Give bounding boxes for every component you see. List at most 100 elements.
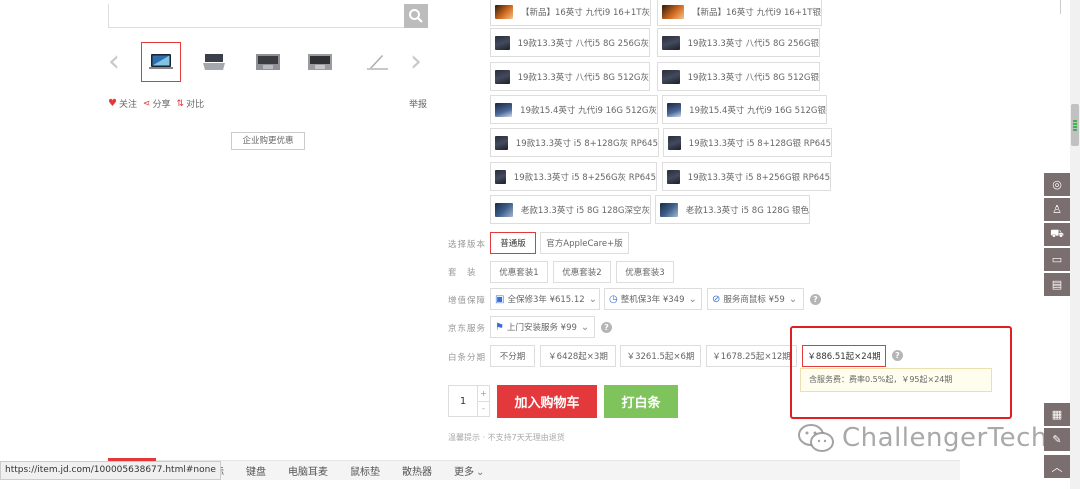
sidebar-feedback-button[interactable]: ✎ bbox=[1044, 428, 1070, 451]
version-option-standard[interactable]: 普通版 bbox=[490, 232, 536, 254]
prev-image-arrow[interactable]: ‹ bbox=[108, 47, 124, 78]
variant-thumbnail bbox=[495, 69, 510, 84]
variant-option[interactable]: 19款15.4英寸 九代i9 16G 512G灰 bbox=[490, 95, 658, 124]
installment-option-6[interactable]: ￥3261.5起×6期 bbox=[620, 345, 701, 367]
chevron-down-icon: ⌄ bbox=[580, 321, 590, 333]
thumbnail-4[interactable] bbox=[300, 42, 340, 82]
watermark-text: ChallengerTech bbox=[842, 423, 1048, 453]
link-icon: ⊘ bbox=[712, 293, 721, 305]
chat-icon: ◎ bbox=[1052, 178, 1062, 191]
variant-thumbnail bbox=[662, 69, 680, 84]
search-input[interactable] bbox=[108, 4, 428, 28]
edit-icon: ✎ bbox=[1052, 433, 1062, 446]
category-keyboard[interactable]: 键盘 bbox=[246, 463, 266, 478]
variant-option[interactable]: 19款13.3英寸 i5 8+128G银 RP645 bbox=[663, 128, 832, 157]
macbook-front-image bbox=[149, 54, 173, 69]
warranty-help-icon[interactable]: ? bbox=[810, 294, 821, 305]
back-to-top-button[interactable]: ︿ bbox=[1044, 455, 1070, 478]
variant-option[interactable]: 19款13.3英寸 i5 8+128G灰 RP645 bbox=[490, 128, 659, 157]
add-to-cart-button[interactable]: 加入购物车 bbox=[497, 385, 597, 418]
variant-label: 19款13.3英寸 八代i5 8G 256G银 bbox=[687, 38, 819, 49]
variant-thumbnail bbox=[660, 202, 678, 217]
jd-service-option-install[interactable]: ⚑ 上门安装服务 ¥99 ⌄ bbox=[490, 316, 595, 338]
quantity-increase-button[interactable]: + bbox=[478, 386, 489, 401]
jd-service-help-icon[interactable]: ? bbox=[601, 322, 612, 333]
purchase-tips: 温馨提示 · 不支持7天无理由退货 bbox=[448, 433, 565, 442]
warranty-option-full[interactable]: ▣ 全保修3年 ¥615.12 ⌄ bbox=[490, 288, 600, 310]
variant-label: 19款13.3英寸 i5 8+128G灰 RP645 bbox=[515, 138, 658, 149]
category-bar: 鼠标 键盘 电脑耳麦 鼠标垫 散热器 更多⌄ bbox=[108, 458, 960, 480]
variant-thumbnail bbox=[495, 4, 513, 19]
variant-option[interactable]: 19款13.3英寸 i5 8+256G银 RP645 bbox=[662, 162, 831, 191]
installment-option-12[interactable]: ￥1678.25起×12期 bbox=[706, 345, 797, 367]
keyboard-image bbox=[308, 54, 332, 70]
bundle-option-1[interactable]: 优惠套装1 bbox=[490, 261, 548, 283]
bundle-label: 套 装 bbox=[448, 268, 477, 278]
variant-option[interactable]: 老款13.3英寸 i5 8G 128G深空灰 bbox=[490, 195, 651, 224]
category-mousepad[interactable]: 鼠标垫 bbox=[350, 463, 380, 478]
follow-button[interactable]: ♥ 关注 bbox=[108, 97, 137, 110]
variant-label: 19款13.3英寸 i5 8+256G灰 RP645 bbox=[513, 172, 656, 183]
variant-label: 19款15.4英寸 九代i9 16G 512G灰 bbox=[520, 105, 657, 116]
variant-label: 老款13.3英寸 i5 8G 128G 银色 bbox=[685, 205, 809, 216]
report-link[interactable]: 举报 bbox=[409, 97, 427, 110]
thumbnail-1[interactable] bbox=[141, 42, 181, 82]
variant-option[interactable]: 19款13.3英寸 八代i5 8G 256G银 bbox=[657, 28, 820, 57]
variant-label: 19款13.3英寸 八代i5 8G 512G银 bbox=[687, 72, 819, 83]
macbook-side-image bbox=[367, 55, 388, 70]
variant-thumbnail bbox=[495, 102, 513, 117]
quantity-input[interactable]: 1 bbox=[448, 385, 478, 417]
warranty-option-device[interactable]: ◷ 整机保3年 ¥349 ⌄ bbox=[604, 288, 702, 310]
variant-option[interactable]: 19款15.4英寸 九代i9 16G 512G银 bbox=[662, 95, 827, 124]
variant-label: 19款13.3英寸 i5 8+128G银 RP645 bbox=[688, 138, 831, 149]
next-image-arrow[interactable]: › bbox=[410, 47, 426, 78]
page-scrollbar[interactable] bbox=[1070, 0, 1080, 489]
variant-thumbnail bbox=[495, 169, 506, 184]
variant-option[interactable]: 19款13.3英寸 八代i5 8G 512G灰 bbox=[490, 62, 650, 91]
variant-option[interactable]: 【新品】16英寸 九代i9 16+1T灰 bbox=[490, 0, 651, 26]
warranty-option-mouse[interactable]: ⊘ 服务商鼠标 ¥59 ⌄ bbox=[707, 288, 804, 310]
category-headset[interactable]: 电脑耳麦 bbox=[288, 463, 328, 478]
bundle-option-2[interactable]: 优惠套装2 bbox=[553, 261, 611, 283]
thumbnail-5[interactable] bbox=[357, 42, 397, 82]
variant-thumbnail bbox=[668, 135, 681, 150]
variant-option[interactable]: 19款13.3英寸 八代i5 8G 512G银 bbox=[657, 62, 820, 91]
variant-option[interactable]: 19款13.3英寸 八代i5 8G 256G灰 bbox=[490, 28, 650, 57]
divider bbox=[1060, 0, 1061, 14]
sidebar-user-button[interactable]: ♙ bbox=[1044, 198, 1070, 221]
compare-button[interactable]: ⇅ 对比 bbox=[176, 97, 205, 111]
sidebar-coupon-button[interactable]: ▭ bbox=[1044, 248, 1070, 271]
variant-label: 19款13.3英寸 i5 8+256G银 RP645 bbox=[687, 172, 830, 183]
version-option-applecare[interactable]: 官方AppleCare+版 bbox=[540, 232, 629, 254]
baitiao-button[interactable]: 打白条 bbox=[604, 385, 678, 418]
quantity-decrease-button[interactable]: - bbox=[478, 400, 489, 417]
highlight-annotation-box bbox=[790, 326, 1012, 419]
corporate-purchase-button[interactable]: 企业购更优惠 bbox=[231, 132, 305, 150]
thumbnail-2[interactable] bbox=[194, 42, 234, 82]
variant-thumbnail bbox=[495, 35, 510, 50]
variant-option[interactable]: 老款13.3英寸 i5 8G 128G 银色 bbox=[655, 195, 810, 224]
variant-option[interactable]: 【新品】16英寸 九代i9 16+1T银 bbox=[657, 0, 822, 26]
variant-option[interactable]: 19款13.3英寸 i5 8+256G灰 RP645 bbox=[490, 162, 657, 191]
search-button[interactable] bbox=[404, 4, 428, 28]
installment-option-none[interactable]: 不分期 bbox=[490, 345, 535, 367]
compare-icon: ⇅ bbox=[176, 98, 185, 109]
variant-label: 【新品】16英寸 九代i9 16+1T灰 bbox=[520, 7, 650, 18]
variant-label: 【新品】16英寸 九代i9 16+1T银 bbox=[691, 7, 821, 18]
variant-label: 19款13.3英寸 八代i5 8G 256G灰 bbox=[517, 38, 649, 49]
coupon-icon: ▭ bbox=[1051, 253, 1063, 266]
thumbnail-3[interactable] bbox=[248, 42, 288, 82]
keyboard-image bbox=[256, 54, 280, 70]
sidebar-cart-button[interactable]: ⛟ bbox=[1044, 223, 1070, 246]
share-button[interactable]: ⋖ 分享 bbox=[143, 97, 171, 111]
category-more[interactable]: 更多 ⌄ bbox=[454, 463, 484, 478]
variant-thumbnail bbox=[667, 102, 682, 117]
chevron-down-icon: ⌄ bbox=[788, 293, 798, 305]
bundle-option-3[interactable]: 优惠套装3 bbox=[616, 261, 674, 283]
installment-option-3[interactable]: ￥6428起×3期 bbox=[540, 345, 616, 367]
sidebar-qrcode-button[interactable]: ▦ bbox=[1044, 403, 1070, 426]
category-cooler[interactable]: 散热器 bbox=[402, 463, 432, 478]
macbook-open-image bbox=[203, 54, 225, 70]
sidebar-chat-button[interactable]: ◎ bbox=[1044, 173, 1070, 196]
sidebar-message-button[interactable]: ▤ bbox=[1044, 273, 1070, 296]
